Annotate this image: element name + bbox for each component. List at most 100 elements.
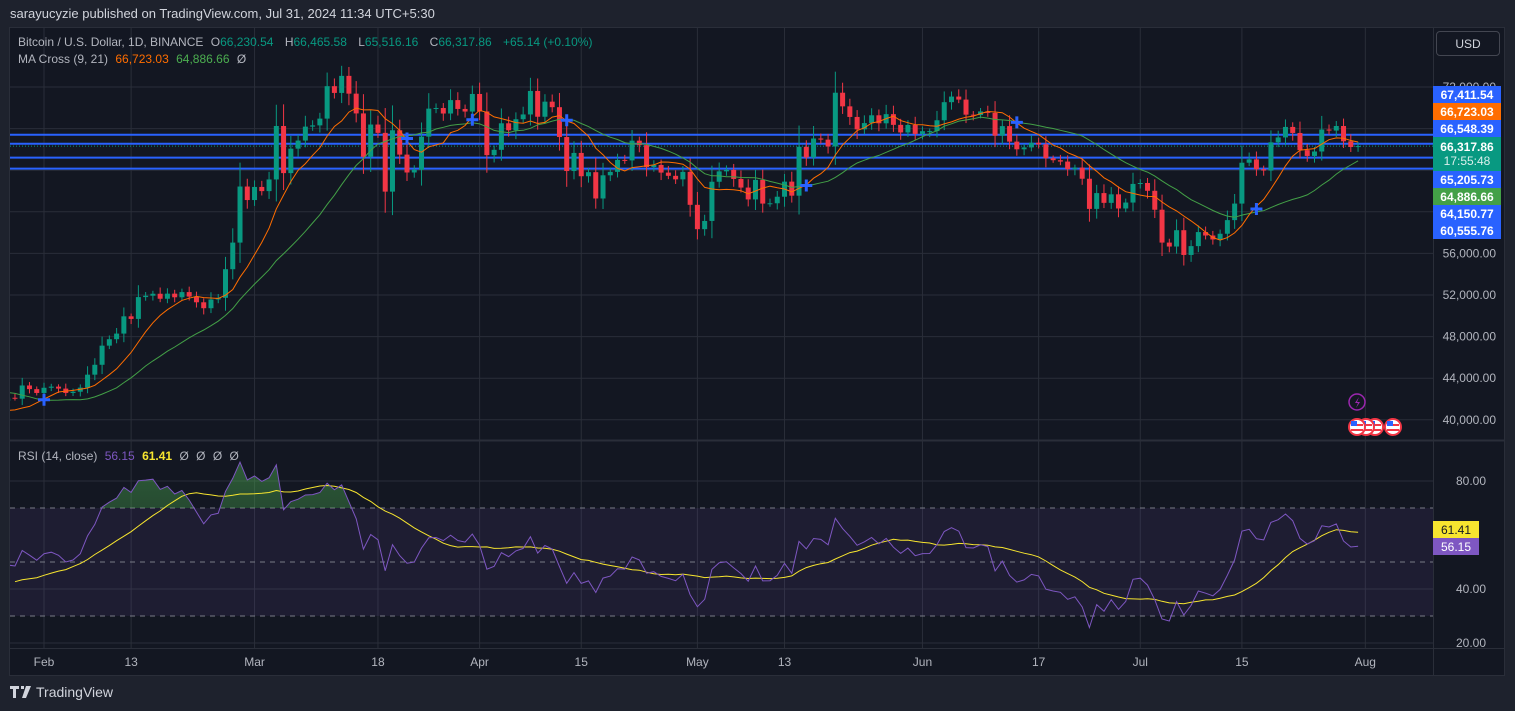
candle-body xyxy=(85,374,91,388)
candle xyxy=(912,116,918,140)
candle-body xyxy=(310,125,316,127)
candle xyxy=(477,82,483,121)
candle-body xyxy=(912,124,918,134)
candle-body xyxy=(397,130,403,155)
candle-body xyxy=(360,113,366,157)
candle xyxy=(861,115,867,135)
candle xyxy=(382,108,388,213)
candle-body xyxy=(1145,182,1151,191)
rsi-axis-label: 40.00 xyxy=(1456,582,1486,596)
price-axis-label: 56,000.00 xyxy=(1443,246,1497,260)
ma-cross-marker xyxy=(38,393,50,406)
price-tag-label: 66,723.03 xyxy=(1440,104,1494,119)
candle-body xyxy=(905,124,911,133)
candle-body xyxy=(1333,126,1339,131)
candle-body xyxy=(266,179,272,192)
candle xyxy=(179,288,185,301)
candle xyxy=(564,122,570,187)
candle-body xyxy=(201,302,207,309)
candle-body xyxy=(840,92,846,107)
chart-canvas[interactable]: Feb13Mar18Apr15May13Jun17Jul15Aug72,000.… xyxy=(0,0,1515,711)
candle-body xyxy=(535,90,541,117)
tradingview-logo[interactable]: TradingView xyxy=(10,684,113,700)
candle-body xyxy=(898,124,904,133)
candle xyxy=(498,108,504,161)
rsi-indicator-name[interactable]: RSI (14, close) xyxy=(18,449,97,463)
candle xyxy=(636,136,642,153)
candle-body xyxy=(723,169,729,172)
candle xyxy=(150,290,156,301)
candle-body xyxy=(636,140,642,146)
candle xyxy=(556,92,562,151)
candle-body xyxy=(1297,132,1303,151)
candle xyxy=(302,115,308,148)
candle-body xyxy=(527,90,533,115)
time-axis-label: 13 xyxy=(778,655,792,669)
candle-body xyxy=(491,149,497,156)
price-axis-label: 48,000.00 xyxy=(1443,330,1497,344)
candle xyxy=(193,291,199,308)
candle-body xyxy=(680,171,686,180)
candle-body xyxy=(1115,194,1121,209)
candle xyxy=(266,171,272,199)
candle-body xyxy=(767,203,773,205)
candle-body xyxy=(811,138,817,158)
candle xyxy=(404,143,410,182)
candle xyxy=(767,198,773,207)
candle-body xyxy=(615,159,621,172)
candle xyxy=(1217,229,1223,247)
price-tag-label: 67,411.54 xyxy=(1440,87,1494,102)
candle xyxy=(549,94,555,113)
candle xyxy=(135,285,141,328)
candle xyxy=(440,103,446,121)
candle xyxy=(77,384,83,397)
candle xyxy=(702,214,708,236)
candle xyxy=(331,78,337,99)
symbol-name[interactable]: Bitcoin / U.S. Dollar, 1D, BINANCE xyxy=(18,35,203,49)
price-tag: 66,317.86 17:55:48 xyxy=(1433,137,1501,171)
candle-body xyxy=(607,171,613,176)
candle-body xyxy=(1304,150,1310,156)
candle-body xyxy=(949,96,954,103)
rsi-tag: 56.15 xyxy=(1433,538,1479,555)
time-axis-label: Jun xyxy=(913,655,932,669)
candle xyxy=(1188,240,1194,262)
candle-body xyxy=(963,99,969,115)
candle xyxy=(1123,198,1129,213)
candle-body xyxy=(600,175,606,199)
candle xyxy=(1232,194,1238,229)
candle-body xyxy=(252,186,258,201)
candle-body xyxy=(106,339,112,346)
candle xyxy=(622,154,628,164)
candle xyxy=(143,292,149,301)
flag-stripe xyxy=(1351,429,1363,431)
candle-body xyxy=(564,137,570,172)
candle xyxy=(1086,164,1092,222)
candle-body xyxy=(1043,144,1049,159)
candle xyxy=(273,104,279,202)
candle xyxy=(0,391,3,429)
currency-button[interactable]: USD xyxy=(1436,31,1500,56)
candle xyxy=(1108,187,1114,209)
candle-body xyxy=(1282,126,1288,138)
candle xyxy=(34,386,40,396)
candle-body xyxy=(1014,141,1020,150)
candle-body xyxy=(324,86,330,119)
candle-body xyxy=(1195,232,1201,247)
candle-body xyxy=(520,114,526,120)
candle-body xyxy=(571,152,577,172)
ma-fast-value: 66,723.03 xyxy=(115,52,169,66)
candle-body xyxy=(1355,146,1361,148)
candle xyxy=(782,174,788,207)
ma-indicator-name[interactable]: MA Cross (9, 21) xyxy=(18,52,108,66)
price-tag-label: 66,548.39 xyxy=(1440,121,1494,136)
candle xyxy=(716,162,722,188)
candle xyxy=(687,158,693,217)
candle xyxy=(1166,238,1172,253)
candle xyxy=(92,358,98,381)
candle-body xyxy=(346,75,352,94)
time-axis-label: Jul xyxy=(1133,655,1148,669)
candle-body xyxy=(92,364,98,375)
candle xyxy=(346,66,352,106)
candle-body xyxy=(789,181,795,196)
